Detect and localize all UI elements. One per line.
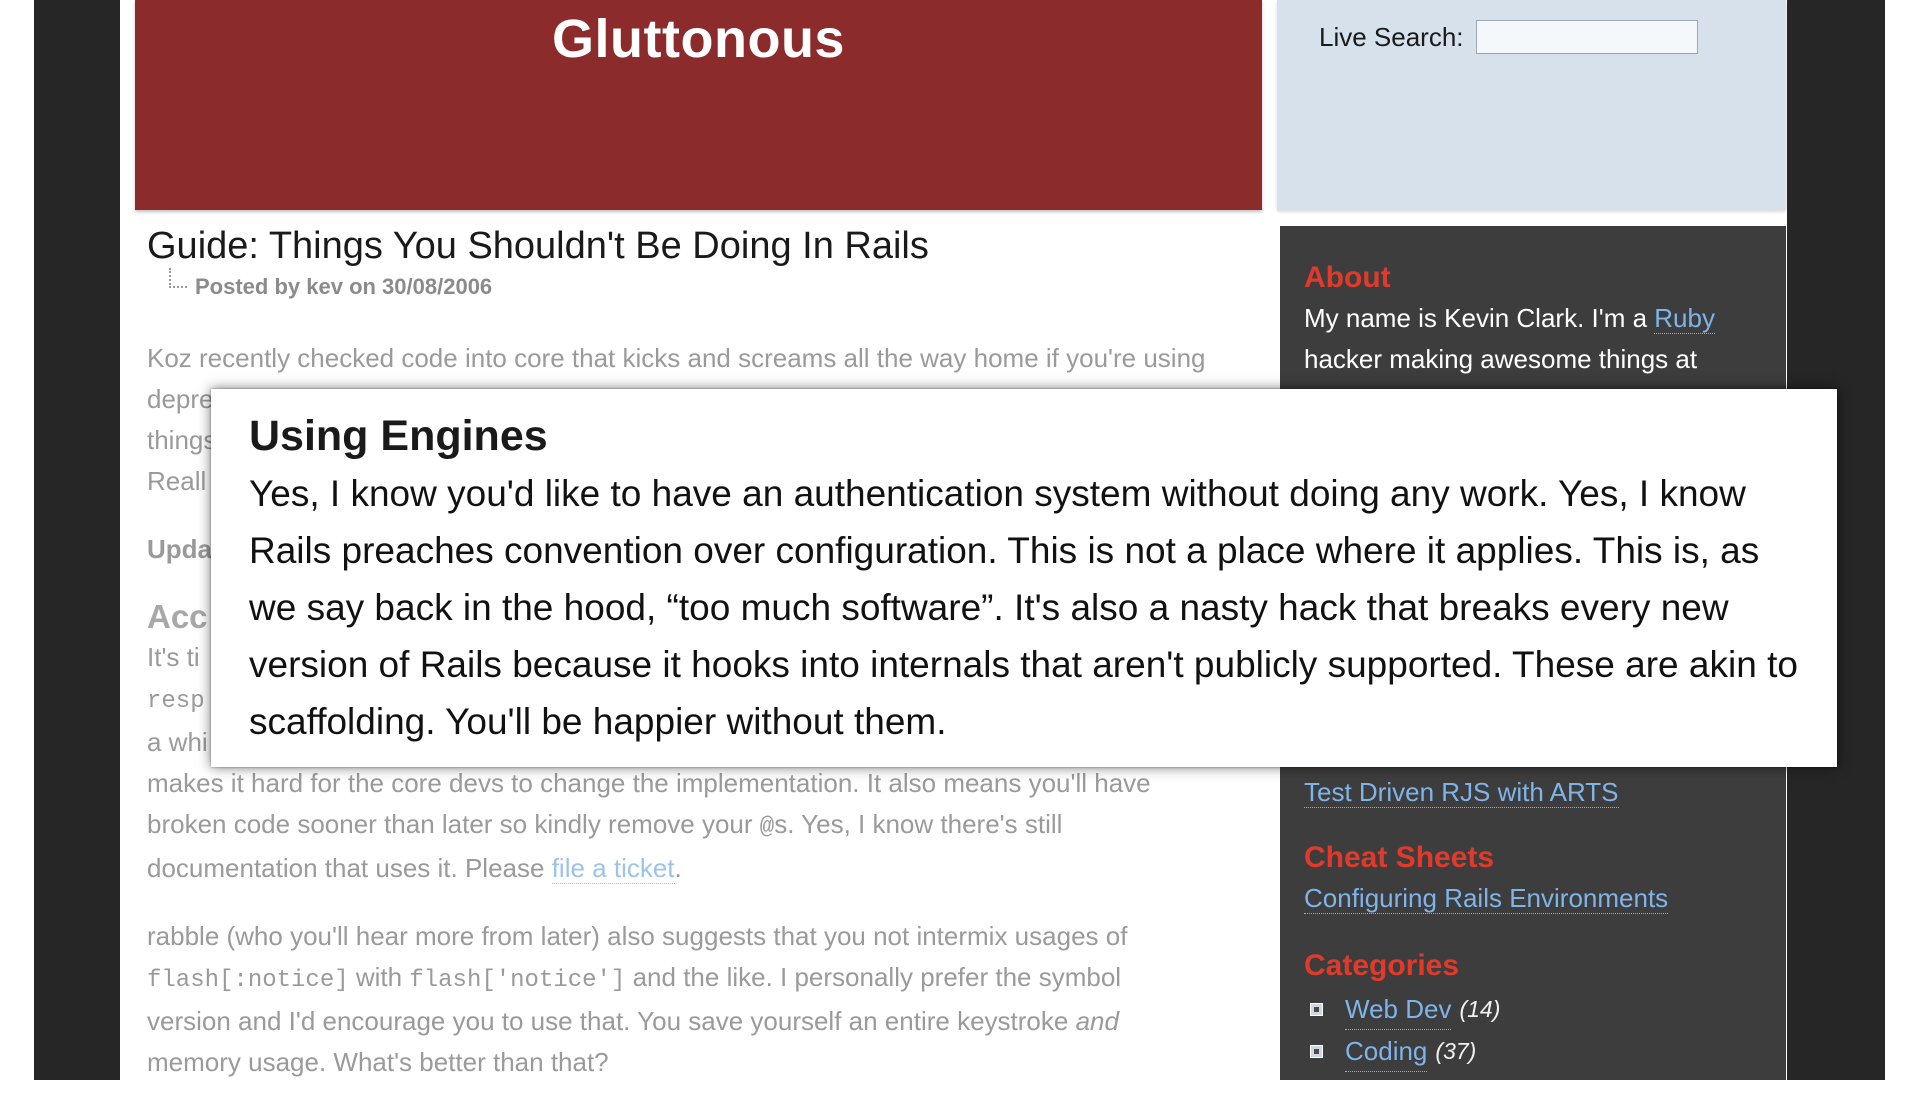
cheat-sheets-section: Cheat Sheets Configuring Rails Environme… (1304, 838, 1669, 918)
post-text-line: depre (147, 384, 214, 414)
post-text-line: Reall (147, 466, 207, 496)
post-text-line: rabble (who you'll hear more from later)… (147, 921, 1128, 951)
post-text-line: broken code sooner than later so kindly … (147, 809, 760, 839)
site-header: Gluttonous (135, 0, 1262, 210)
category-item: Web Dev (14) (1304, 988, 1500, 1030)
post-text-line: with (348, 962, 410, 992)
emphasis-text: and (1075, 1006, 1119, 1036)
post-title[interactable]: Guide: Things You Shouldn't Be Doing In … (147, 222, 1267, 270)
code-snippet: @ (759, 814, 775, 841)
post-text-line: documentation that uses it. Please (147, 853, 552, 883)
category-count: (14) (1459, 996, 1501, 1022)
update-label: Upda (147, 534, 212, 564)
post-text-line: makes it hard for the core devs to chang… (147, 768, 1151, 798)
search-panel: Live Search: (1277, 0, 1786, 210)
categories-heading: Categories (1304, 949, 1460, 982)
post-text-line: things (147, 425, 217, 455)
post-text-line: s. Yes, I know there's still (774, 809, 1063, 839)
search-label: Live Search: (1319, 22, 1464, 52)
bullet-icon (1310, 1002, 1323, 1016)
code-snippet: flash['notice'] (409, 967, 626, 994)
code-snippet: flash[:notice] (147, 967, 349, 994)
callout-title: Using Engines (249, 412, 548, 460)
callout-overlay: Using Engines Yes, I know you'd like to … (211, 389, 1837, 767)
test-driven-rjs-link[interactable]: Test Driven RJS with ARTS (1304, 777, 1619, 808)
category-link-web-dev[interactable]: Web Dev (1345, 989, 1452, 1030)
callout-text: Yes, I know you'd like to have an authen… (249, 473, 1798, 742)
cheat-sheets-heading: Cheat Sheets (1304, 841, 1495, 874)
about-heading: About (1304, 261, 1391, 294)
search-input[interactable] (1476, 20, 1698, 54)
post-meta: Posted by kev on 30/08/2006 (169, 268, 1267, 300)
post-text-line: a whi (147, 727, 208, 757)
file-ticket-link[interactable]: file a ticket (551, 853, 675, 884)
about-text-line: hacker making awesome things at (1304, 344, 1698, 374)
bullet-icon (1310, 1044, 1323, 1058)
about-text: My name is Kevin Clark. I'm a Ruby hacke… (1304, 298, 1762, 380)
site-title[interactable]: Gluttonous (135, 8, 1262, 70)
post-text-line: It's ti (147, 642, 200, 672)
ruby-link[interactable]: Ruby (1654, 303, 1715, 334)
about-text-line: My name is Kevin Clark. I'm a (1304, 303, 1655, 333)
post-paragraph: rabble (who you'll hear more from later)… (147, 916, 1267, 1083)
configuring-rails-environments-link[interactable]: Configuring Rails Environments (1304, 883, 1669, 914)
category-link-coding[interactable]: Coding (1345, 1031, 1428, 1072)
post-text-line: . (674, 853, 682, 883)
category-item: Coding (37) (1304, 1030, 1500, 1072)
code-snippet: resp (147, 688, 205, 715)
category-count: (37) (1435, 1038, 1477, 1064)
article-links: Test Driven RJS with ARTS (1304, 772, 1619, 812)
post-text-line: Koz recently checked code into core that… (147, 343, 1206, 373)
post-text-line: and the like. I personally prefer the sy… (625, 962, 1122, 992)
post-text-line: memory usage. What's better than that? (147, 1047, 609, 1077)
categories-list: Web Dev (14) Coding (37) (1304, 988, 1500, 1072)
post-text-line: version and I'd encourage you to use tha… (147, 1006, 1076, 1036)
categories-section: Categories Web Dev (14) Coding (37) (1304, 946, 1500, 1072)
